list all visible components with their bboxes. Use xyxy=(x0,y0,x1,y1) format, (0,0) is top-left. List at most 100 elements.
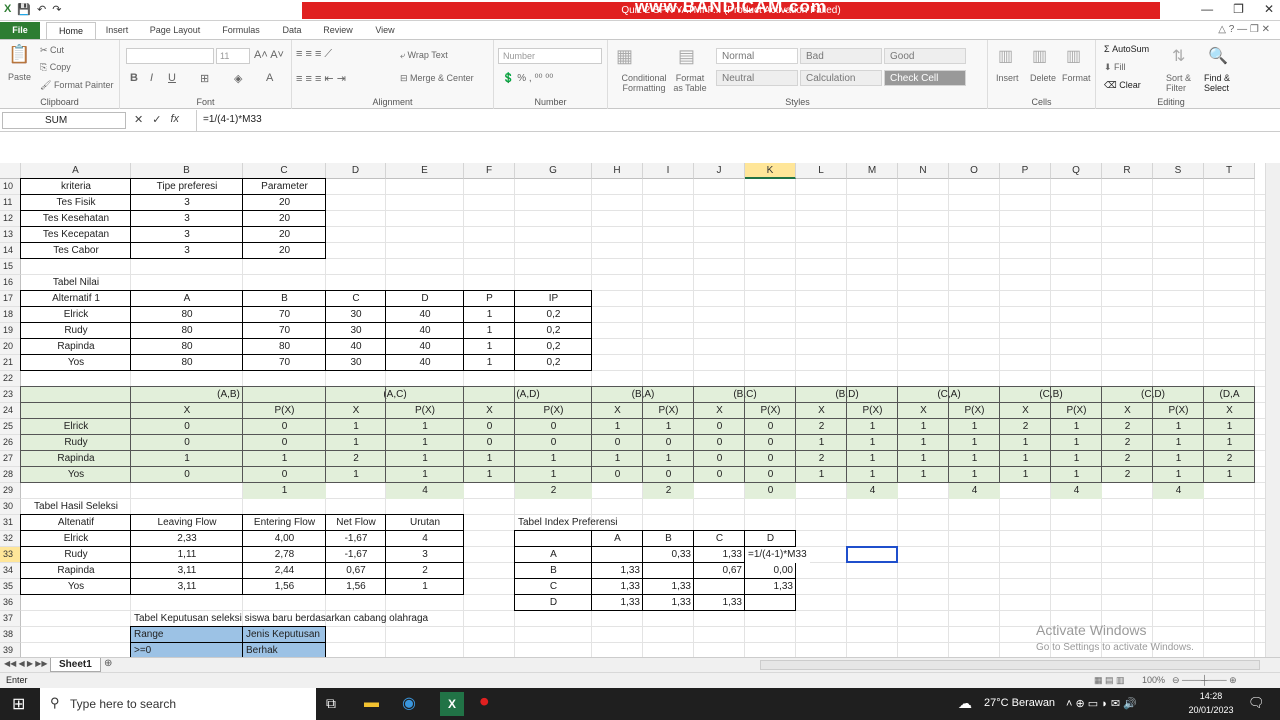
column-header[interactable]: E xyxy=(386,163,464,179)
column-header[interactable]: D xyxy=(326,163,386,179)
pair-header[interactable]: (A,B) xyxy=(131,387,326,403)
style-neutral[interactable]: Neutral xyxy=(716,70,798,86)
view-icons[interactable]: ▦ ▤ ▥ xyxy=(1094,675,1125,686)
pair-cell[interactable]: 1 xyxy=(1051,435,1102,451)
pair-row-label[interactable]: Elrick xyxy=(21,419,131,435)
horizontal-scrollbar[interactable] xyxy=(760,660,1260,670)
hasil-header[interactable]: Net Flow xyxy=(326,515,386,531)
cancel-icon[interactable]: ✕ xyxy=(134,113,143,126)
kriteria-cell[interactable]: 3 xyxy=(131,227,243,243)
kriteria-cell[interactable]: 20 xyxy=(243,211,326,227)
conditional-formatting-icon[interactable]: ▦ xyxy=(616,46,633,67)
row-header[interactable]: 29 xyxy=(0,483,21,499)
hasil-cell[interactable]: 3,11 xyxy=(131,579,243,595)
hasil-cell[interactable]: 1,56 xyxy=(243,579,326,595)
paste-button[interactable]: Paste xyxy=(8,72,31,82)
column-header[interactable]: F xyxy=(464,163,515,179)
keputusan-jenis[interactable]: Berhak xyxy=(243,643,326,657)
column-header[interactable]: I xyxy=(643,163,694,179)
pair-subheader[interactable]: P(X) xyxy=(386,403,464,419)
font-color-icon[interactable]: A xyxy=(266,72,273,84)
index-cell[interactable]: 1,33 xyxy=(592,579,643,595)
pair-subheader[interactable]: X xyxy=(796,403,847,419)
row-header[interactable]: 25 xyxy=(0,419,21,435)
tab-review[interactable]: Review xyxy=(317,22,359,39)
pair-row-label[interactable]: Rudy xyxy=(21,435,131,451)
pair-cell[interactable]: 0 xyxy=(745,419,796,435)
hasil-cell[interactable]: Yos xyxy=(21,579,131,595)
hasil-cell[interactable]: Elrick xyxy=(21,531,131,547)
row-header[interactable]: 23 xyxy=(0,387,21,403)
hasil-cell[interactable]: Rapinda xyxy=(21,563,131,579)
row-header[interactable]: 39 xyxy=(0,643,21,657)
pair-cell[interactable]: 2 xyxy=(1204,451,1255,467)
pair-total[interactable]: 4 xyxy=(1051,483,1102,499)
hasil-cell[interactable]: 1,11 xyxy=(131,547,243,563)
row-header[interactable]: 13 xyxy=(0,227,21,243)
pair-subheader[interactable]: X xyxy=(1000,403,1051,419)
nilai-cell[interactable]: 1 xyxy=(464,323,515,339)
windows-start-icon[interactable]: ⊞ xyxy=(12,694,25,714)
pair-cell[interactable]: 1 xyxy=(949,467,1000,483)
close-icon[interactable]: ✕ xyxy=(1264,2,1274,16)
pair-cell[interactable]: 1 xyxy=(1153,419,1204,435)
hasil-cell[interactable]: 1,56 xyxy=(326,579,386,595)
nilai-cell[interactable]: Yos xyxy=(21,355,131,371)
nilai-header[interactable]: B xyxy=(243,291,326,307)
new-sheet-icon[interactable]: ⊕ xyxy=(104,658,112,669)
column-header[interactable]: L xyxy=(796,163,847,179)
select-all-corner[interactable] xyxy=(0,163,21,179)
pair-cell[interactable]: 0 xyxy=(243,467,326,483)
keputusan-title[interactable]: Tabel Keputusan seleksi siswa baru berda… xyxy=(131,611,428,627)
index-title[interactable]: Tabel Index Preferensi xyxy=(515,515,694,531)
row-header[interactable]: 26 xyxy=(0,435,21,451)
hasil-cell[interactable]: 2,33 xyxy=(131,531,243,547)
pair-cell[interactable]: 2 xyxy=(1000,419,1051,435)
row-header[interactable]: 37 xyxy=(0,611,21,627)
pair-cell[interactable]: 2 xyxy=(796,419,847,435)
row-header[interactable]: 10 xyxy=(0,179,21,195)
pair-subheader[interactable]: X xyxy=(131,403,243,419)
format-painter-button[interactable]: 🖌 Format Painter xyxy=(40,80,113,91)
pair-cell[interactable]: 0 xyxy=(694,451,745,467)
pair-cell[interactable]: 1 xyxy=(1000,467,1051,483)
pair-header[interactable]: (B,D) xyxy=(796,387,898,403)
row-header[interactable]: 15 xyxy=(0,259,21,275)
column-header[interactable]: T xyxy=(1204,163,1255,179)
delete-cells-icon[interactable]: ▥ xyxy=(1032,46,1047,66)
hasil-header[interactable]: Altenatif xyxy=(21,515,131,531)
pair-cell[interactable]: 1 xyxy=(796,435,847,451)
pair-cell[interactable]: 0 xyxy=(643,435,694,451)
number-format-select[interactable]: Number xyxy=(498,48,602,64)
pair-cell[interactable]: 1 xyxy=(386,467,464,483)
pair-cell[interactable]: 1 xyxy=(949,435,1000,451)
sort-filter-button[interactable]: Sort & Filter xyxy=(1166,73,1202,93)
kriteria-cell[interactable]: Tes Kesehatan xyxy=(21,211,131,227)
hasil-cell[interactable]: -1,67 xyxy=(326,547,386,563)
nilai-cell[interactable]: Elrick xyxy=(21,307,131,323)
column-header[interactable]: O xyxy=(949,163,1000,179)
sort-filter-icon[interactable]: ⇅ xyxy=(1172,46,1185,66)
pair-cell[interactable]: 1 xyxy=(949,451,1000,467)
format-cells-icon[interactable]: ▥ xyxy=(1066,46,1081,66)
row-header[interactable]: 20 xyxy=(0,339,21,355)
index-cell[interactable] xyxy=(694,579,745,595)
conditional-formatting-button[interactable]: Conditional Formatting xyxy=(614,73,674,93)
pair-total[interactable]: 4 xyxy=(949,483,1000,499)
redo-icon[interactable]: ↷ xyxy=(52,3,61,16)
nilai-header[interactable]: A xyxy=(131,291,243,307)
pair-cell[interactable]: 1 xyxy=(1204,419,1255,435)
column-header[interactable]: P xyxy=(1000,163,1051,179)
pair-subheader[interactable]: X xyxy=(1204,403,1255,419)
name-box[interactable]: SUM xyxy=(2,112,126,129)
nilai-cell[interactable]: 70 xyxy=(243,323,326,339)
find-select-button[interactable]: Find & Select xyxy=(1204,73,1244,93)
index-cell[interactable]: 1,33 xyxy=(745,579,796,595)
pair-cell[interactable]: 2 xyxy=(1102,435,1153,451)
pair-cell[interactable]: 0 xyxy=(515,435,592,451)
row-header[interactable]: 11 xyxy=(0,195,21,211)
pair-cell[interactable]: 2 xyxy=(1102,419,1153,435)
pair-cell[interactable]: 0 xyxy=(694,467,745,483)
bandicam-taskbar-icon[interactable]: ⏺ xyxy=(480,692,489,712)
kriteria-cell[interactable]: Tes Cabor xyxy=(21,243,131,259)
